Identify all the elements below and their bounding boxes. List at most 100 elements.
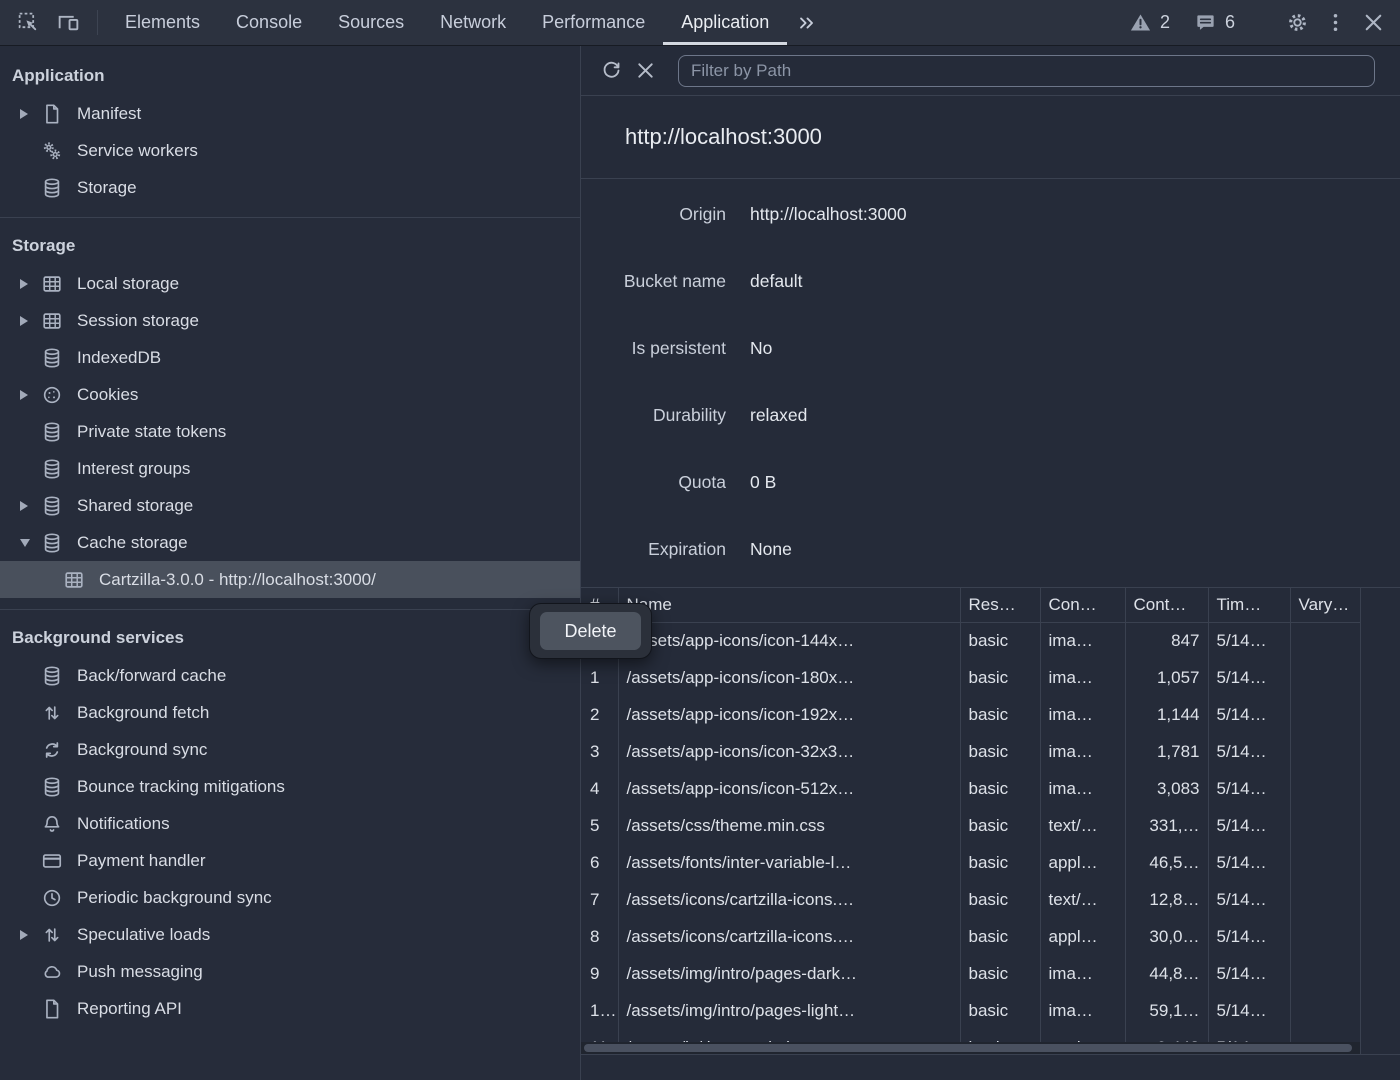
sidebar-item-label: Background fetch (77, 703, 209, 723)
sidebar-item-background-sync[interactable]: Background sync (0, 731, 580, 768)
entry-vary (1290, 696, 1360, 733)
cache-entry-row[interactable]: 6 /assets/fonts/inter-variable-l… basic … (581, 844, 1360, 881)
issues-badge[interactable]: 6 (1194, 11, 1235, 34)
expander-collapsed-icon[interactable] (20, 930, 32, 940)
clear-button[interactable] (628, 54, 662, 88)
more-tabs-button[interactable] (787, 0, 827, 45)
sidebar-item-cookies[interactable]: Cookies (0, 376, 580, 413)
sidebar-item-session-storage[interactable]: Session storage (0, 302, 580, 339)
sidebar-item-cache-storage[interactable]: Cache storage (0, 524, 580, 561)
sidebar-item-service-workers[interactable]: Service workers (0, 132, 580, 169)
sidebar-item-notifications[interactable]: Notifications (0, 805, 580, 842)
cache-entry-row[interactable]: 7 /assets/icons/cartzilla-icons.… basic … (581, 881, 1360, 918)
cache-entries-table-wrap: # Name Res… Con… Cont… Tim… Vary… (581, 587, 1400, 1054)
column-header-response-type[interactable]: Res… (960, 588, 1040, 622)
entry-time-cached: 5/14… (1208, 992, 1290, 1029)
expander-collapsed-icon[interactable] (20, 501, 32, 511)
warnings-badge[interactable]: 2 (1129, 11, 1170, 34)
inspect-element-button[interactable] (8, 0, 48, 45)
scrollbar-thumb[interactable] (584, 1044, 1352, 1052)
entry-response-type: basic (960, 918, 1040, 955)
entry-vary (1290, 733, 1360, 770)
cache-entry-row[interactable]: 8 /assets/icons/cartzilla-icons.… basic … (581, 918, 1360, 955)
entry-content-type: text/… (1040, 807, 1125, 844)
cache-entry-row[interactable]: 4 /assets/app-icons/icon-512x… basic ima… (581, 770, 1360, 807)
kebab-menu-button[interactable] (1316, 10, 1354, 35)
expander-collapsed-icon[interactable] (20, 390, 32, 400)
sidebar-item-private-state-tokens[interactable]: Private state tokens (0, 413, 580, 450)
entry-name: /assets/fonts/inter-variable-l… (618, 844, 960, 881)
sidebar-item-label: Local storage (77, 274, 179, 294)
origin-heading: http://localhost:3000 (581, 96, 1400, 179)
sidebar-item-payment-handler[interactable]: Payment handler (0, 842, 580, 879)
expander-collapsed-icon[interactable] (20, 109, 32, 119)
database-icon (41, 532, 63, 554)
tab-console[interactable]: Console (218, 0, 320, 45)
column-header-content-type[interactable]: Con… (1040, 588, 1125, 622)
refresh-button[interactable] (594, 54, 628, 88)
sidebar-item-bounce-tracking-mitigations[interactable]: Bounce tracking mitigations (0, 768, 580, 805)
metadata-label: Origin (581, 204, 726, 225)
cache-entry-row[interactable]: 1… /assets/img/intro/pages-light… basic … (581, 992, 1360, 1029)
sidebar-item-label: Service workers (77, 141, 198, 161)
cache-entry-row[interactable]: 0 /assets/app-icons/icon-144x… basic ima… (581, 622, 1360, 659)
tab-performance[interactable]: Performance (524, 0, 663, 45)
device-toolbar-button[interactable] (48, 0, 88, 45)
entry-number: 7 (581, 881, 618, 918)
sidebar-item-label: Shared storage (77, 496, 193, 516)
expander-collapsed-icon[interactable] (20, 316, 32, 326)
column-header-vary[interactable]: Vary… (1290, 588, 1360, 622)
sidebar-item-speculative-loads[interactable]: Speculative loads (0, 916, 580, 953)
sidebar-item-reporting-api[interactable]: Reporting API (0, 990, 580, 1027)
sidebar-item-cache-cartzilla[interactable]: Cartzilla-3.0.0 - http://localhost:3000/ (0, 561, 580, 598)
tab-elements[interactable]: Elements (107, 0, 218, 45)
horizontal-scrollbar[interactable] (581, 1042, 1360, 1054)
sidebar-item-label: Cartzilla-3.0.0 - http://localhost:3000/ (99, 570, 376, 590)
entry-content-type: ima… (1040, 696, 1125, 733)
cache-entry-row[interactable]: 1 /assets/app-icons/icon-180x… basic ima… (581, 659, 1360, 696)
column-header-name[interactable]: Name (618, 588, 960, 622)
file-icon (41, 998, 63, 1020)
tab-application[interactable]: Application (663, 0, 787, 45)
metadata-value: None (750, 539, 792, 560)
sidebar-item-periodic-background-sync[interactable]: Periodic background sync (0, 879, 580, 916)
close-devtools-button[interactable] (1354, 10, 1392, 35)
filter-toolbar (581, 46, 1400, 96)
sidebar-item-local-storage[interactable]: Local storage (0, 265, 580, 302)
sidebar-item-manifest[interactable]: Manifest (0, 95, 580, 132)
entry-content-length: 46,5… (1125, 844, 1208, 881)
sidebar-item-background-fetch[interactable]: Background fetch (0, 694, 580, 731)
database-icon (41, 665, 63, 687)
sidebar-item-indexeddb[interactable]: IndexedDB (0, 339, 580, 376)
column-header-time-cached[interactable]: Tim… (1208, 588, 1290, 622)
sidebar-item-shared-storage[interactable]: Shared storage (0, 487, 580, 524)
cache-entry-row[interactable]: 5 /assets/css/theme.min.css basic text/…… (581, 807, 1360, 844)
context-menu-delete[interactable]: Delete (540, 612, 641, 650)
tab-sources[interactable]: Sources (320, 0, 422, 45)
expander-collapsed-icon[interactable] (20, 279, 32, 289)
column-header-content-length[interactable]: Cont… (1125, 588, 1208, 622)
entry-number: 1… (581, 992, 618, 1029)
cache-entry-row[interactable]: 3 /assets/app-icons/icon-32x3… basic ima… (581, 733, 1360, 770)
cache-entry-row[interactable]: 2 /assets/app-icons/icon-192x… basic ima… (581, 696, 1360, 733)
entry-name: /assets/css/theme.min.css (618, 807, 960, 844)
file-icon (41, 103, 63, 125)
filter-by-path-input[interactable] (678, 55, 1375, 87)
sidebar-item-push-messaging[interactable]: Push messaging (0, 953, 580, 990)
settings-button[interactable] (1278, 10, 1316, 35)
tab-network[interactable]: Network (422, 0, 524, 45)
entry-number: 5 (581, 807, 618, 844)
expander-expanded-icon[interactable] (20, 539, 32, 547)
cache-entry-row[interactable]: 9 /assets/img/intro/pages-dark… basic im… (581, 955, 1360, 992)
sidebar-item-back-forward-cache[interactable]: Back/forward cache (0, 657, 580, 694)
toolbar-right-group: 2 6 (1129, 0, 1400, 45)
sidebar-item-label: Manifest (77, 104, 141, 124)
origin-title: http://localhost:3000 (625, 124, 822, 150)
entry-content-length: 1,057 (1125, 659, 1208, 696)
entry-vary (1290, 622, 1360, 659)
sidebar-item-interest-groups[interactable]: Interest groups (0, 450, 580, 487)
table-icon (41, 273, 63, 295)
metadata-value: http://localhost:3000 (750, 204, 907, 225)
database-icon (41, 347, 63, 369)
sidebar-item-storage[interactable]: Storage (0, 169, 580, 206)
